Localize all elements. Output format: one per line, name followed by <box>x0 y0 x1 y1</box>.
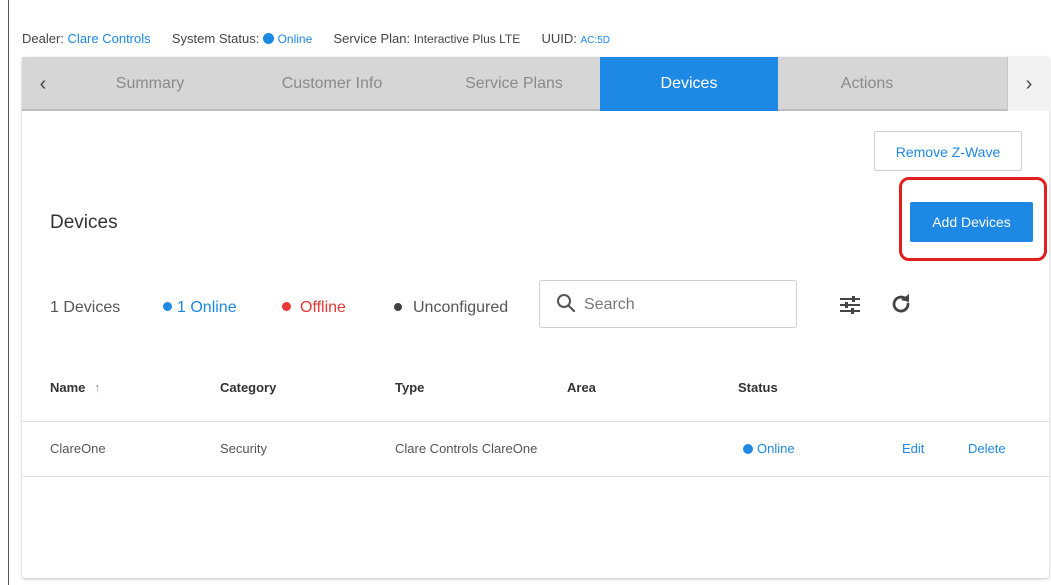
delete-link[interactable]: Delete <box>968 441 1006 456</box>
dealer-label: Dealer: <box>22 31 64 46</box>
status-dot-icon <box>743 444 753 454</box>
remove-zwave-button[interactable]: Remove Z-Wave <box>874 131 1022 171</box>
cell-status: Online <box>743 441 795 456</box>
column-header-status[interactable]: Status <box>738 380 778 395</box>
tab-actions[interactable]: Actions <box>778 57 956 111</box>
chevron-right-icon: › <box>1025 73 1033 95</box>
unconfigured-filter[interactable]: Unconfigured <box>394 299 508 317</box>
unconfigured-filter-label: Unconfigured <box>413 299 509 316</box>
filter-sliders-icon[interactable] <box>839 295 861 315</box>
column-header-category[interactable]: Category <box>220 380 276 395</box>
column-header-area[interactable]: Area <box>567 380 596 395</box>
edit-link[interactable]: Edit <box>902 441 924 456</box>
online-dot-icon <box>163 302 172 311</box>
tab-summary[interactable]: Summary <box>64 57 236 111</box>
cell-name: ClareOne <box>50 441 106 456</box>
cell-category: Security <box>220 441 267 456</box>
online-filter-label: 1 Online <box>177 299 237 316</box>
cell-type: Clare Controls ClareOne <box>395 441 538 456</box>
account-info-bar: Dealer: Clare Controls System Status: On… <box>22 31 610 46</box>
system-status-value: Online <box>277 32 313 46</box>
unconfigured-dot-icon <box>394 303 402 311</box>
tabs-scroll-right-button[interactable]: › <box>1007 57 1050 111</box>
search-icon <box>557 294 576 313</box>
online-filter[interactable]: 1 Online <box>163 299 237 317</box>
search-box[interactable] <box>539 280 797 328</box>
service-plan-value: Interactive Plus LTE <box>413 32 521 46</box>
arrow-up-icon: ↑ <box>94 380 101 395</box>
uuid-value: AC:5D <box>580 35 610 46</box>
tab-customer-info[interactable]: Customer Info <box>236 57 428 111</box>
devices-card: ‹ Summary Customer Info Service Plans De… <box>22 57 1050 578</box>
cell-status-label: Online <box>757 441 795 456</box>
offline-dot-icon <box>282 302 291 311</box>
system-status-label: System Status: <box>171 31 260 46</box>
search-input[interactable] <box>582 291 786 319</box>
offline-filter-label: Offline <box>300 299 346 316</box>
add-devices-button[interactable]: Add Devices <box>910 202 1033 242</box>
refresh-icon[interactable] <box>889 292 913 316</box>
tabs-scroll-left-button[interactable]: ‹ <box>22 57 64 111</box>
status-dot-icon <box>262 33 274 44</box>
tab-devices[interactable]: Devices <box>600 57 778 111</box>
service-plan-label: Service Plan: <box>333 31 411 46</box>
column-header-name-label: Name <box>50 380 86 395</box>
column-header-name[interactable]: Name ↑ <box>50 380 101 395</box>
window-edge <box>8 0 9 585</box>
uuid-label: UUID: <box>541 31 577 46</box>
dealer-link[interactable]: Clare Controls <box>68 31 151 46</box>
section-title: Devices <box>50 212 118 233</box>
tab-bar: ‹ Summary Customer Info Service Plans De… <box>22 57 1050 111</box>
chevron-left-icon: ‹ <box>39 73 47 95</box>
column-header-type[interactable]: Type <box>395 380 424 395</box>
device-count: 1 Devices <box>50 299 121 316</box>
table-divider <box>22 476 1049 477</box>
table-divider <box>22 421 1049 422</box>
tab-service-plans[interactable]: Service Plans <box>428 57 600 111</box>
offline-filter[interactable]: Offline <box>282 299 346 317</box>
